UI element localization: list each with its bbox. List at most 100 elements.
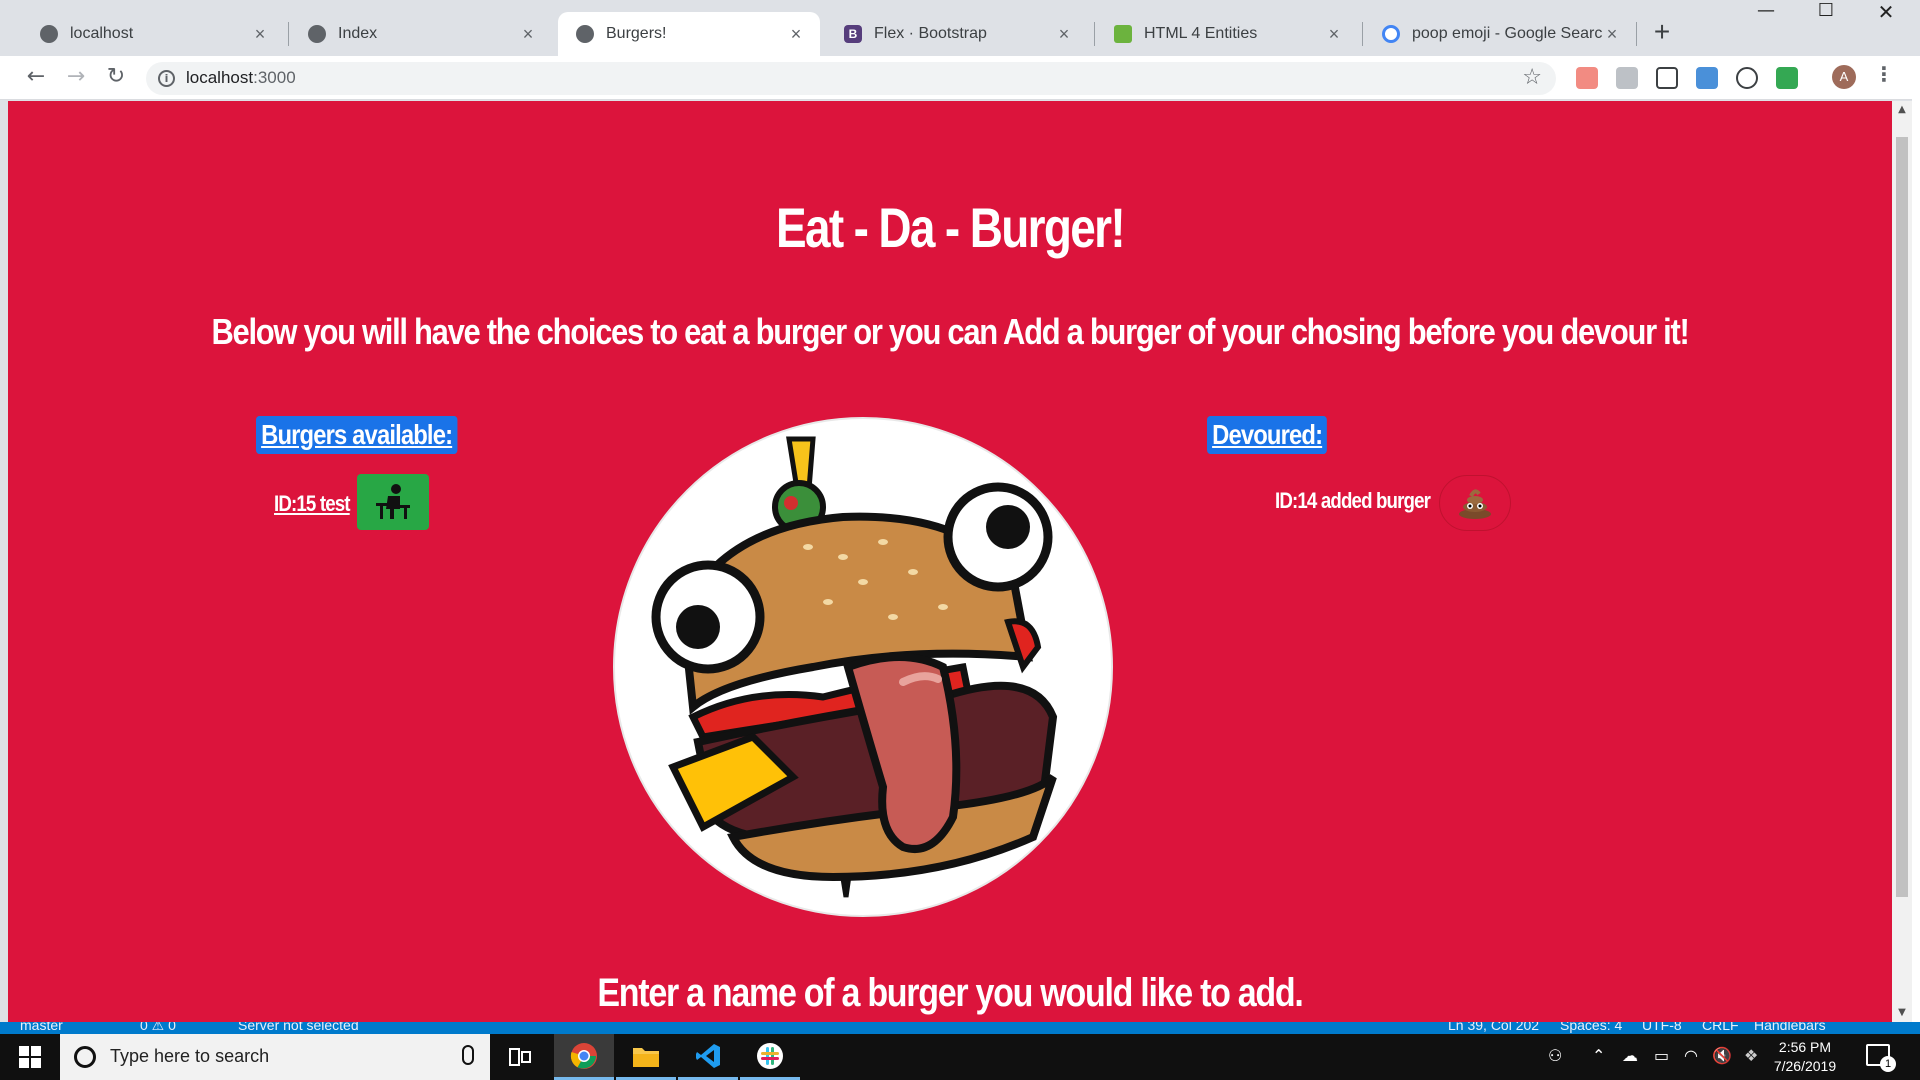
available-burger-link[interactable]: ID:15 test (274, 491, 351, 517)
clock-time: 2:56 PM (1778, 1039, 1832, 1055)
delete-burger-button[interactable] (1439, 475, 1511, 531)
extension-icon[interactable] (1576, 67, 1598, 89)
volume-muted-icon[interactable]: 🔇 (1712, 1046, 1732, 1065)
start-button[interactable] (0, 1034, 60, 1080)
taskbar-vscode[interactable] (678, 1034, 738, 1080)
entities-icon (1114, 25, 1132, 43)
close-window-button[interactable]: ✕ (1858, 0, 1914, 40)
people-icon[interactable]: ⚇ (1548, 1046, 1562, 1065)
dropbox-icon[interactable]: ❖ (1744, 1046, 1758, 1065)
windows-logo-icon (19, 1046, 41, 1068)
durr-burger-logo (613, 417, 1113, 917)
close-icon[interactable]: × (250, 24, 270, 44)
close-icon[interactable]: × (1324, 24, 1344, 44)
close-icon[interactable]: × (786, 24, 806, 44)
onedrive-icon[interactable]: ☁ (1622, 1046, 1638, 1065)
page-subtitle: Below you will have the choices to eat a… (211, 311, 1689, 352)
windows-taskbar: Type here to search ⚇ ⌃ ☁ ▭ ◠ 🔇 ❖ 2:56 P… (0, 1034, 1920, 1080)
tab-html-entities[interactable]: HTML 4 Entities × (1096, 12, 1358, 56)
show-hidden-icons-icon[interactable]: ⌃ (1592, 1046, 1605, 1065)
server-status[interactable]: Server not selected (238, 1022, 359, 1033)
eating-person-icon (376, 484, 410, 519)
page-title: Eat - Da - Burger! (775, 196, 1126, 259)
minimize-button[interactable]: — (1738, 0, 1794, 40)
close-icon[interactable]: × (1602, 24, 1622, 44)
maximize-button[interactable]: ☐ (1798, 0, 1854, 40)
poop-emoji-icon (1459, 489, 1491, 519)
scrollbar-thumb[interactable] (1896, 137, 1908, 897)
info-icon[interactable]: i (158, 70, 175, 87)
taskbar-chrome[interactable] (554, 1034, 614, 1080)
line-endings[interactable]: CRLF (1702, 1022, 1739, 1033)
problems-count[interactable]: 0 ⚠ 0 (140, 1022, 176, 1034)
google-icon (1382, 25, 1400, 43)
tab-title: poop emoji - Google Search (1412, 25, 1602, 42)
add-burger-heading: Enter a name of a burger you would like … (597, 971, 1303, 1015)
tab-burgers[interactable]: Burgers! × (558, 12, 820, 56)
address-bar[interactable]: i localhost:3000 ☆ (146, 62, 1556, 95)
tab-title: HTML 4 Entities (1144, 25, 1258, 42)
back-button[interactable]: ← (22, 64, 50, 92)
encoding[interactable]: UTF-8 (1642, 1022, 1682, 1033)
extension-icon[interactable] (1736, 67, 1758, 89)
vscode-status-bar: master 0 ⚠ 0 Server not selected Ln 39, … (0, 1022, 1920, 1034)
taskbar-file-explorer[interactable] (616, 1034, 676, 1080)
globe-icon (576, 25, 594, 43)
window-edge (1912, 56, 1920, 1022)
globe-icon (308, 25, 326, 43)
menu-kebab-icon[interactable]: ⋮ (1874, 62, 1894, 86)
tab-separator (1362, 22, 1363, 46)
taskbar-search-box[interactable]: Type here to search (60, 1034, 490, 1080)
action-center-button[interactable]: 1 (1866, 1044, 1896, 1072)
close-icon[interactable]: × (518, 24, 538, 44)
chrome-icon (570, 1042, 597, 1069)
extension-icon[interactable] (1616, 67, 1638, 89)
cors-extension-icon[interactable] (1776, 67, 1798, 89)
devour-button[interactable] (357, 474, 429, 530)
screenshot-extension-icon[interactable] (1656, 67, 1678, 89)
taskbar-slack[interactable] (740, 1034, 800, 1080)
cursor-position[interactable]: Ln 39, Col 202 (1448, 1022, 1539, 1033)
indentation[interactable]: Spaces: 4 (1560, 1022, 1622, 1033)
globe-icon (40, 25, 58, 43)
notification-count-badge: 1 (1880, 1056, 1896, 1072)
battery-icon[interactable]: ▭ (1654, 1046, 1669, 1065)
wifi-icon[interactable]: ◠ (1684, 1046, 1698, 1065)
microphone-icon[interactable] (462, 1045, 474, 1065)
bookmark-star-icon[interactable]: ☆ (1522, 65, 1542, 90)
tab-separator (1636, 22, 1637, 46)
tab-title: Flex · Bootstrap (874, 25, 987, 42)
devoured-heading: Devoured: (1207, 416, 1328, 454)
tab-flex-bootstrap[interactable]: B Flex · Bootstrap × (826, 12, 1088, 56)
slack-icon (757, 1042, 783, 1069)
tab-separator (1094, 22, 1095, 46)
tab-google-search[interactable]: poop emoji - Google Search × (1364, 12, 1636, 56)
tab-localhost[interactable]: localhost × (22, 12, 284, 56)
language-mode[interactable]: Handlebars (1754, 1022, 1826, 1033)
profile-avatar[interactable]: A (1832, 65, 1856, 89)
page-scrollbar[interactable]: ▲ ▼ (1892, 101, 1912, 1022)
forward-button[interactable]: → (62, 64, 90, 92)
page-viewport: Eat - Da - Burger! Below you will have t… (8, 101, 1892, 1022)
reload-button[interactable]: ↻ (102, 64, 130, 92)
clock-date: 7/26/2019 (1773, 1058, 1837, 1074)
url-text: localhost:3000 (186, 68, 296, 87)
vscode-icon (696, 1043, 720, 1068)
scroll-up-arrow-icon[interactable]: ▲ (1892, 101, 1912, 119)
system-clock[interactable]: 2:56 PM 7/26/2019 (1760, 1038, 1850, 1076)
devoured-burger-label: ID:14 added burger (1275, 488, 1431, 513)
tab-title: Burgers! (606, 25, 667, 42)
tab-index[interactable]: Index × (290, 12, 552, 56)
tab-separator (288, 22, 289, 46)
tab-title: Index (338, 25, 378, 42)
extension-icon[interactable] (1696, 67, 1718, 89)
bootstrap-icon: B (844, 25, 862, 43)
task-view-icon (509, 1048, 531, 1066)
task-view-button[interactable] (490, 1034, 550, 1080)
scroll-down-arrow-icon[interactable]: ▼ (1892, 1004, 1912, 1022)
tab-title: localhost (70, 25, 134, 42)
browser-toolbar: ← → ↻ i localhost:3000 ☆ (0, 56, 1920, 100)
new-tab-button[interactable]: + (1648, 18, 1676, 46)
close-icon[interactable]: × (1054, 24, 1074, 44)
git-branch[interactable]: master (20, 1022, 63, 1033)
